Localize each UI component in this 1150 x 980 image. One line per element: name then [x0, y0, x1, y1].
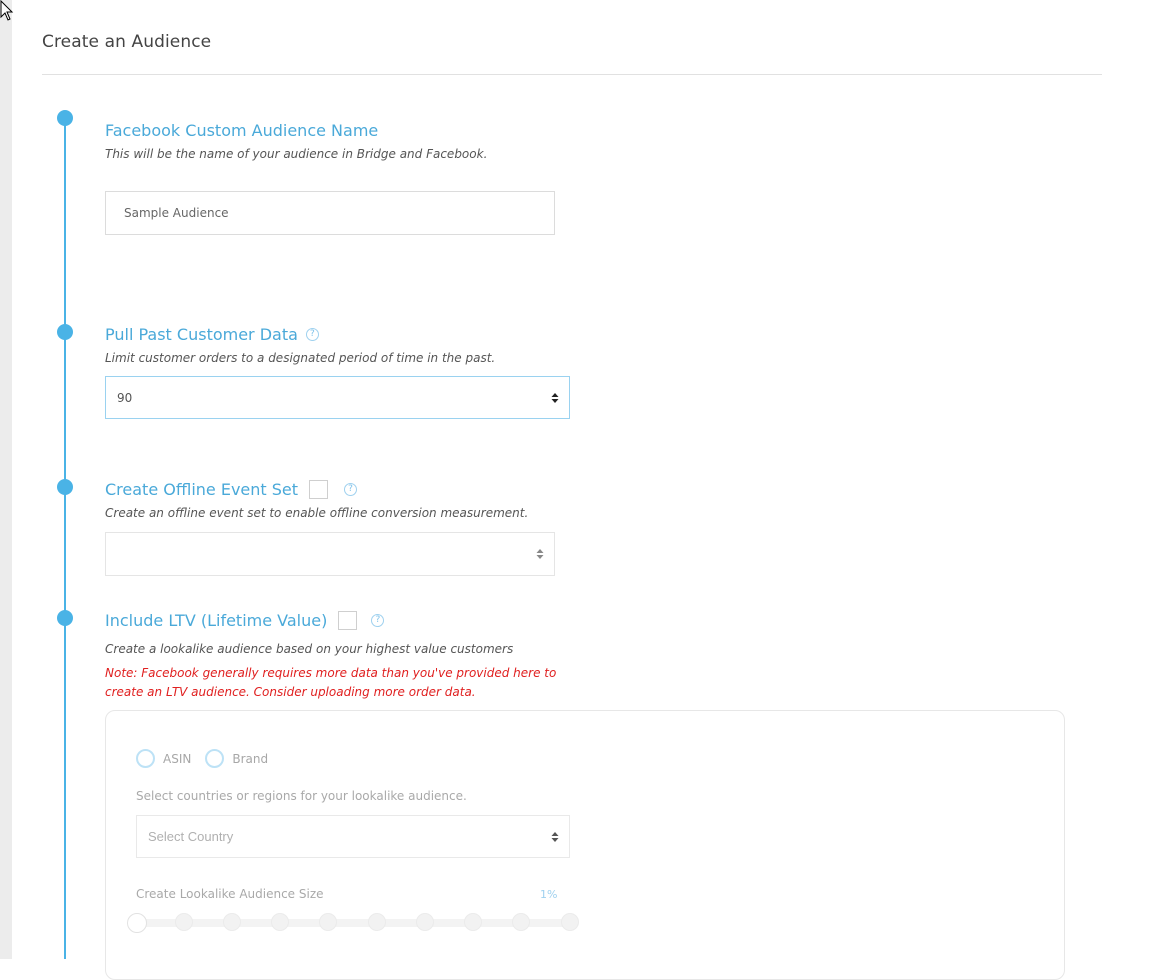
select-arrows-icon: [551, 392, 559, 403]
timeline-dot: [57, 324, 73, 340]
country-select[interactable]: Select Country: [136, 815, 570, 858]
mouse-cursor-icon: [0, 0, 14, 21]
timeline-dot: [57, 110, 73, 126]
lookalike-size-slider-track[interactable]: [136, 919, 570, 927]
timeline-line: [64, 117, 66, 959]
include-ltv-checkbox[interactable]: [338, 611, 358, 630]
audience-name-input[interactable]: Sample Audience: [105, 191, 555, 235]
question-circle-icon[interactable]: ?: [371, 614, 385, 627]
pull-past-data-description: Limit customer orders to a designated pe…: [105, 351, 496, 365]
lookalike-size-slider-handle[interactable]: [127, 913, 147, 933]
question-circle-icon[interactable]: ?: [305, 328, 319, 341]
slider-stop[interactable]: [319, 913, 337, 931]
days-select[interactable]: 90: [105, 376, 570, 419]
country-select-placeholder: Select Country: [148, 829, 234, 844]
audience-name-step-title: Facebook Custom Audience Name: [105, 121, 378, 140]
page-title: Create an Audience: [42, 32, 212, 52]
step-title-label: Include LTV (Lifetime Value): [105, 611, 328, 630]
include-ltv-step-title: Include LTV (Lifetime Value) ?: [105, 611, 385, 630]
slider-stop[interactable]: [464, 913, 482, 931]
lookalike-source-radio-group: ASIN Brand: [136, 749, 282, 768]
asin-radio-label: ASIN: [163, 751, 192, 766]
step-title-label: Create Offline Event Set: [105, 480, 299, 499]
slider-stop[interactable]: [561, 913, 579, 931]
question-circle-icon[interactable]: ?: [344, 483, 358, 496]
offline-event-description: Create an offline event set to enable of…: [105, 506, 529, 520]
days-select-value: 90: [117, 390, 133, 405]
lookalike-size-label: Create Lookalike Audience Size: [136, 887, 324, 901]
slider-stop[interactable]: [416, 913, 434, 931]
countries-hint: Select countries or regions for your loo…: [136, 789, 467, 803]
offline-event-select[interactable]: [105, 532, 555, 576]
slider-stop[interactable]: [512, 913, 530, 931]
slider-stop[interactable]: [223, 913, 241, 931]
timeline-dot: [57, 479, 73, 495]
brand-radio[interactable]: [205, 749, 225, 768]
asin-radio[interactable]: [136, 749, 155, 768]
timeline-dot: [57, 610, 73, 626]
offline-event-checkbox[interactable]: [309, 480, 329, 499]
lookalike-size-value: 1%: [540, 888, 558, 901]
slider-stop[interactable]: [271, 913, 289, 931]
audience-name-description: This will be the name of your audience i…: [105, 147, 488, 161]
include-ltv-description: Create a lookalike audience based on you…: [105, 642, 514, 656]
left-edge-strip: [0, 0, 12, 959]
select-arrows-icon: [536, 549, 544, 559]
audience-name-value: Sample Audience: [124, 206, 229, 220]
ltv-data-warning: Note: Facebook generally requires more d…: [105, 666, 557, 699]
step-title-label: Pull Past Customer Data: [105, 325, 298, 344]
offline-event-step-title: Create Offline Event Set ?: [105, 480, 358, 499]
brand-radio-label: Brand: [232, 751, 269, 766]
slider-stop[interactable]: [368, 913, 386, 931]
slider-stop[interactable]: [175, 913, 193, 931]
select-arrows-icon: [551, 831, 559, 842]
step-title-label: Facebook Custom Audience Name: [105, 121, 379, 140]
pull-past-data-step-title: Pull Past Customer Data ?: [105, 325, 319, 344]
title-divider: [42, 74, 1102, 75]
